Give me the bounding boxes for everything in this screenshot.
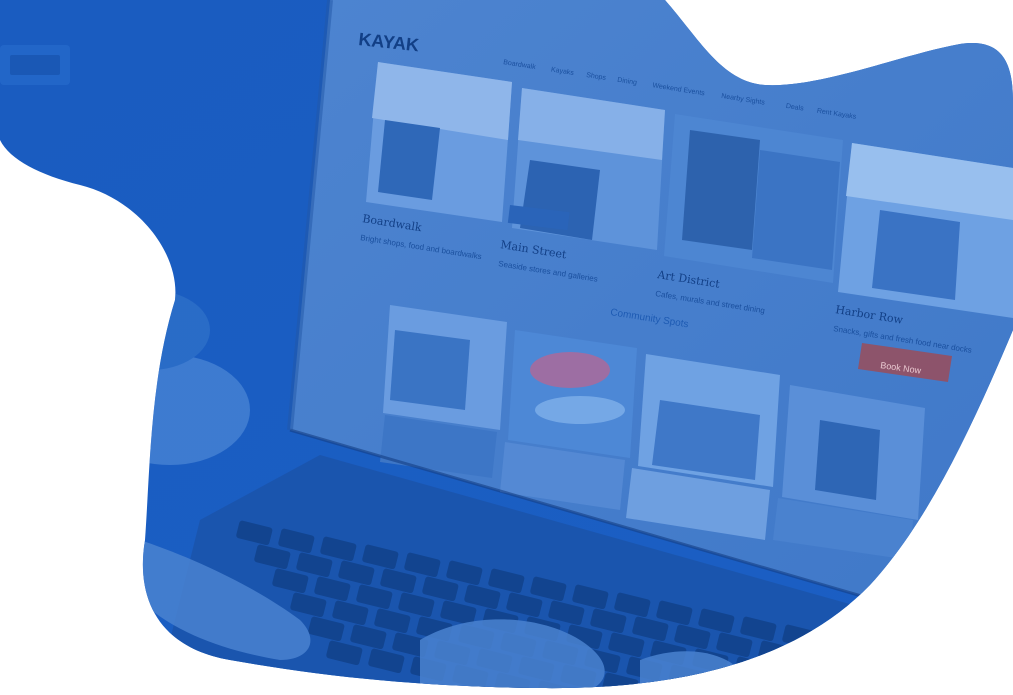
keyboard-key[interactable]: [800, 648, 837, 674]
keyboard-key[interactable]: [860, 680, 897, 695]
gallery-image[interactable]: [508, 330, 637, 458]
keyboard-key[interactable]: [578, 688, 615, 695]
keyboard-key[interactable]: [824, 632, 861, 658]
keyboard-key[interactable]: [734, 656, 771, 682]
keyboard-key[interactable]: [776, 664, 813, 690]
keyboard-key[interactable]: [794, 688, 831, 695]
photo-scene: KAYAK BoardwalkKayaks Shops DiningWeekend …: [0, 0, 1013, 695]
keyboard-key[interactable]: [884, 664, 921, 690]
keyboard-key[interactable]: [686, 688, 723, 695]
keyboard-key[interactable]: [818, 672, 855, 695]
keyboard-key[interactable]: [902, 688, 939, 695]
keyboard-key[interactable]: [758, 640, 795, 666]
keyboard-key[interactable]: [752, 680, 789, 695]
keyboard-key[interactable]: [866, 640, 903, 666]
keyboard-key[interactable]: [842, 656, 879, 682]
keyboard-key[interactable]: [710, 672, 747, 695]
